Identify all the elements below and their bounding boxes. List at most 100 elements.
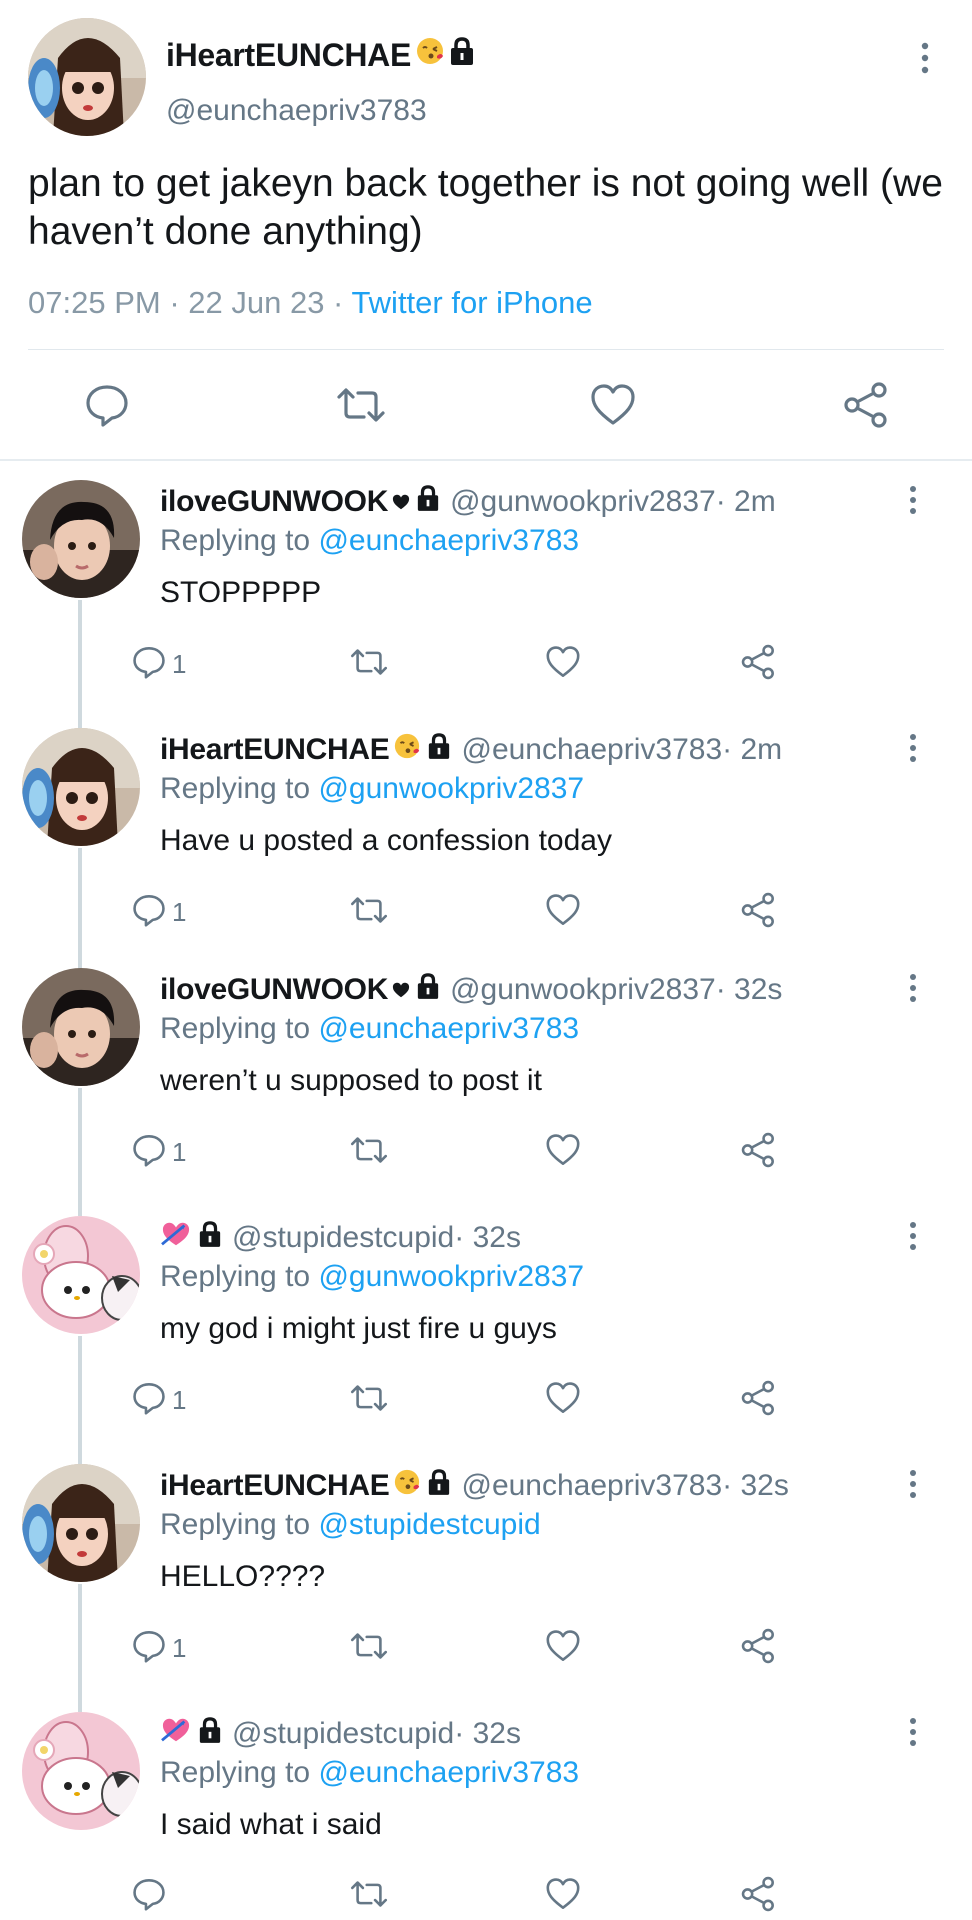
retweet-icon[interactable]: [348, 642, 390, 686]
tweet-time: 07:25 PM: [28, 285, 161, 320]
reply-text: STOPPPPP: [160, 576, 322, 609]
replying-to-handle[interactable]: @eunchaepriv3783: [318, 1756, 579, 1789]
lock-icon: [198, 1716, 222, 1752]
lock-icon: [416, 972, 440, 1008]
share-icon[interactable]: [740, 642, 778, 686]
reply-author-handle[interactable]: @gunwookpriv2837: [450, 485, 716, 519]
main-tweet: iHeartEUNCHAE @eunchaepriv3783 plan to g…: [0, 0, 972, 460]
reply-time: · 2m: [715, 485, 776, 518]
reply-header: @stupidestcupid · 32s: [160, 1220, 521, 1256]
reply-header: @stupidestcupid · 32s: [160, 1716, 521, 1752]
replying-to-handle[interactable]: @stupidestcupid: [318, 1508, 540, 1541]
reply-tweet[interactable]: iHeartEUNCHAE @eunchaepriv3783 · 32s Rep…: [0, 1464, 972, 1712]
lock-icon: [427, 1468, 451, 1504]
replying-to-handle[interactable]: @eunchaepriv3783: [318, 524, 579, 557]
reply-icon[interactable]: [82, 380, 132, 430]
tweet-actions: [0, 380, 972, 430]
more-icon[interactable]: [903, 730, 923, 771]
heart-with-arrow-emoji-icon: [160, 1220, 192, 1256]
reply-actions: 1: [0, 1378, 972, 1422]
meta-separator: ·: [160, 285, 189, 320]
section-separator: [0, 459, 972, 461]
reply-author-handle[interactable]: @stupidestcupid: [232, 1221, 454, 1255]
reply-text: weren’t u supposed to post it: [160, 1064, 542, 1097]
reply-author-handle[interactable]: @eunchaepriv3783: [461, 1469, 722, 1503]
kissing-face-emoji-icon: [393, 1468, 421, 1504]
avatar-boy[interactable]: [22, 480, 140, 598]
tweet-text: plan to get jakeyn back together is not …: [28, 162, 943, 253]
share-icon[interactable]: [740, 1626, 778, 1670]
more-icon[interactable]: [915, 38, 935, 83]
like-icon[interactable]: [544, 642, 582, 686]
retweet-icon[interactable]: [348, 1626, 390, 1670]
retweet-icon[interactable]: [334, 380, 385, 430]
reply-time: · 32s: [722, 1469, 789, 1502]
reply-tweet[interactable]: @stupidestcupid · 32s Replying to @eunch…: [0, 1712, 972, 1920]
replying-to-line: Replying to @gunwookpriv2837: [160, 1260, 584, 1294]
tweet-source-link[interactable]: Twitter for iPhone: [351, 285, 592, 320]
more-icon[interactable]: [903, 1714, 923, 1755]
replying-label: Replying to: [160, 1756, 319, 1789]
like-icon[interactable]: [544, 1378, 582, 1422]
like-icon[interactable]: [544, 1626, 582, 1670]
heart-with-arrow-emoji-icon: [160, 1716, 192, 1752]
reply-icon[interactable]: 1: [130, 1130, 186, 1174]
reply-icon[interactable]: 1: [130, 1626, 186, 1670]
replying-to-handle[interactable]: @eunchaepriv3783: [318, 1012, 579, 1045]
replying-label: Replying to: [160, 772, 319, 805]
avatar-melody[interactable]: [22, 1712, 140, 1830]
tweet-date: 22 Jun 23: [188, 285, 325, 320]
share-icon[interactable]: [740, 1874, 778, 1918]
share-icon[interactable]: [740, 1378, 778, 1422]
author-name[interactable]: iHeartEUNCHAE: [166, 36, 475, 74]
reply-time: · 32s: [715, 973, 783, 1006]
author-handle[interactable]: @eunchaepriv3783: [166, 94, 427, 128]
reply-time: · 2m: [722, 733, 783, 766]
avatar-boy[interactable]: [22, 968, 140, 1086]
reply-tweet[interactable]: iHeartEUNCHAE @eunchaepriv3783 · 2m Repl…: [0, 728, 972, 976]
reply-author-name[interactable]: iloveGUNWOOK: [160, 485, 388, 519]
reply-icon[interactable]: 1: [130, 642, 186, 686]
share-icon[interactable]: [740, 1130, 778, 1174]
replying-to-line: Replying to @gunwookpriv2837: [160, 772, 584, 806]
reply-tweet[interactable]: iloveGUNWOOK @gunwookpriv2837 · 2m Reply…: [0, 480, 972, 728]
retweet-icon[interactable]: [348, 1378, 390, 1422]
like-icon[interactable]: [544, 890, 582, 934]
reply-author-name[interactable]: iHeartEUNCHAE: [160, 1469, 390, 1503]
reply-header: iHeartEUNCHAE @eunchaepriv3783 · 2m: [160, 732, 782, 768]
reply-time: · 32s: [454, 1221, 521, 1254]
avatar-melody[interactable]: [22, 1216, 140, 1334]
reply-author-name[interactable]: iHeartEUNCHAE: [160, 733, 390, 767]
reply-icon[interactable]: 1: [130, 1378, 186, 1422]
reply-count: 1: [172, 648, 187, 679]
replying-to-handle[interactable]: @gunwookpriv2837: [318, 1260, 584, 1293]
reply-time: · 32s: [454, 1717, 521, 1750]
more-icon[interactable]: [903, 1218, 923, 1259]
reply-author-handle[interactable]: @stupidestcupid: [232, 1717, 454, 1751]
more-icon[interactable]: [903, 1466, 923, 1507]
reply-icon[interactable]: [130, 1874, 172, 1918]
retweet-icon[interactable]: [348, 890, 390, 934]
reply-author-handle[interactable]: @gunwookpriv2837: [450, 973, 716, 1007]
reply-actions: 1: [0, 1626, 972, 1670]
avatar-eunchae[interactable]: [28, 18, 146, 136]
like-icon[interactable]: [544, 1874, 582, 1918]
reply-author-name[interactable]: iloveGUNWOOK: [160, 973, 388, 1007]
avatar-girl[interactable]: [22, 1464, 140, 1582]
share-icon[interactable]: [842, 380, 892, 430]
share-icon[interactable]: [740, 890, 778, 934]
replying-to-handle[interactable]: @gunwookpriv2837: [318, 772, 584, 805]
retweet-icon[interactable]: [348, 1874, 390, 1918]
retweet-icon[interactable]: [348, 1130, 390, 1174]
lock-icon: [416, 484, 440, 520]
reply-tweet[interactable]: iloveGUNWOOK @gunwookpriv2837 · 32s Repl…: [0, 968, 972, 1216]
more-icon[interactable]: [903, 482, 923, 523]
reply-icon[interactable]: 1: [130, 890, 186, 934]
reply-tweet[interactable]: @stupidestcupid · 32s Replying to @gunwo…: [0, 1216, 972, 1464]
lock-icon: [449, 36, 475, 74]
avatar-girl[interactable]: [22, 728, 140, 846]
like-icon[interactable]: [544, 1130, 582, 1174]
reply-author-handle[interactable]: @eunchaepriv3783: [461, 733, 722, 767]
more-icon[interactable]: [903, 970, 923, 1011]
like-icon[interactable]: [588, 380, 638, 430]
